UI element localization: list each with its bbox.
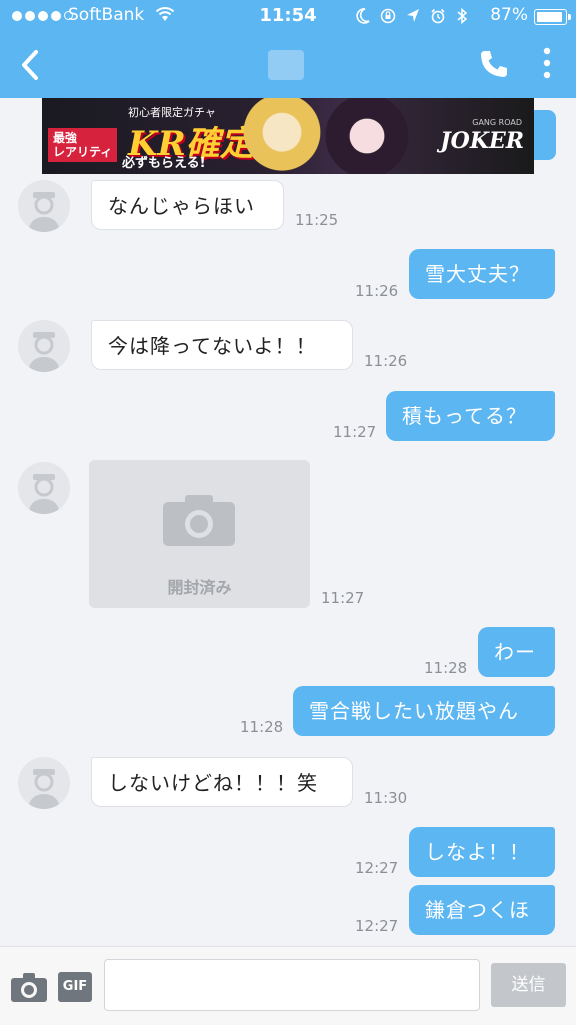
- avatar[interactable]: [18, 320, 70, 372]
- ad-brand-small: GANG ROAD: [472, 118, 522, 127]
- person-icon: [28, 474, 60, 514]
- message-timestamp: 11:27: [321, 589, 365, 607]
- alarm-icon: [431, 8, 445, 24]
- message-timestamp: 11:28: [424, 659, 468, 677]
- person-icon: [28, 769, 60, 809]
- status-bar: SoftBank 11:54 87%: [0, 0, 576, 32]
- message-bubble-outgoing[interactable]: 雪合戦したい放題やん: [293, 686, 555, 736]
- avatar[interactable]: [18, 462, 70, 514]
- ad-character-image: [307, 98, 427, 174]
- send-button[interactable]: 送信: [491, 963, 566, 1007]
- person-icon: [28, 332, 60, 372]
- message-timestamp: 12:27: [355, 859, 399, 877]
- message-input-bar: GIF 送信: [0, 946, 576, 1025]
- message-bubble-outgoing[interactable]: しなよ！！: [409, 827, 555, 877]
- avatar[interactable]: [18, 180, 70, 232]
- message-bubble-outgoing[interactable]: わー: [478, 627, 555, 677]
- gif-button[interactable]: GIF: [58, 972, 92, 1002]
- message-bubble-outgoing[interactable]: 積もってる？: [386, 391, 555, 441]
- ad-tag-line1: 最強: [53, 131, 78, 145]
- ad-tag: 最強 レアリティ: [48, 128, 118, 162]
- phone-icon[interactable]: [478, 48, 510, 80]
- message-timestamp: 11:26: [355, 282, 399, 300]
- avatar[interactable]: [18, 757, 70, 809]
- conversation-title-blurred: [268, 50, 304, 80]
- vertical-dots-icon[interactable]: [540, 46, 554, 80]
- battery-percentage: 87%: [490, 5, 528, 25]
- photo-opened-label: 開封済み: [167, 578, 232, 597]
- battery-icon: [534, 9, 571, 25]
- message-timestamp: 11:28: [240, 718, 284, 736]
- message-timestamp: 11:27: [333, 423, 377, 441]
- ad-brand: JOKER: [440, 128, 524, 154]
- ad-subtext: 必ずもらえる!: [122, 156, 206, 171]
- message-bubble-outgoing[interactable]: 雪大丈夫？: [409, 249, 555, 299]
- message-timestamp: 11:25: [295, 211, 339, 229]
- ad-tag-line2: レアリティ: [53, 145, 113, 159]
- partial-outgoing-bubble: [534, 110, 556, 160]
- message-timestamp: 11:30: [364, 789, 408, 807]
- back-icon[interactable]: [18, 48, 42, 82]
- photo-message[interactable]: 開封済み: [89, 460, 310, 608]
- message-bubble-incoming[interactable]: 今は降ってないよ！！: [91, 320, 353, 370]
- person-icon: [28, 192, 60, 232]
- camera-icon: [163, 495, 235, 546]
- ad-banner[interactable]: 初心者限定ガチャ 最強 レアリティ KR確定! 必ずもらえる! GANG ROA…: [42, 98, 534, 174]
- message-timestamp: 11:26: [364, 352, 408, 370]
- location-icon: [407, 9, 419, 22]
- message-timestamp: 12:27: [355, 917, 399, 935]
- moon-icon: [356, 8, 370, 24]
- message-bubble-incoming[interactable]: しないけどね！！！笑: [91, 757, 353, 807]
- rotation-lock-icon: [380, 8, 396, 24]
- message-bubble-outgoing[interactable]: 鎌倉つくほ: [409, 885, 555, 935]
- message-bubble-incoming[interactable]: なんじゃらほい: [91, 180, 284, 230]
- header: SoftBank 11:54 87%: [0, 0, 576, 98]
- message-input[interactable]: [104, 959, 480, 1011]
- bluetooth-icon: [457, 7, 468, 25]
- camera-icon[interactable]: [10, 971, 48, 1003]
